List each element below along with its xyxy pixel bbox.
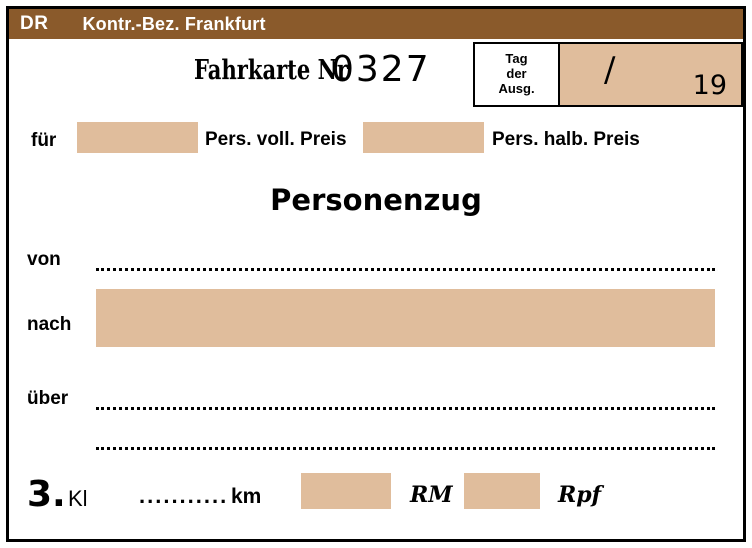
to-field[interactable] <box>96 289 715 347</box>
railway-code: DR <box>20 13 49 34</box>
half-fare-label: Pers. halb. Preis <box>492 129 640 150</box>
issue-date-label: Tag der Ausg. <box>475 44 560 105</box>
ticket-title-row: Fahrkarte Nr 0327 Tag der Ausg. / 19 <box>9 39 743 107</box>
issue-date-label-line2: der <box>506 66 527 82</box>
class-number: 3. <box>27 474 66 515</box>
from-dotted-line[interactable] <box>96 268 715 271</box>
via-label: über <box>27 388 69 409</box>
date-separator-slash: / <box>604 50 616 90</box>
price-mark-field[interactable] <box>301 473 391 509</box>
year-prefix: 19 <box>692 70 727 101</box>
currency-reichspfennig-label: Rpf <box>558 482 602 508</box>
ticket-header-bar: DR Kontr.-Bez. Frankfurt <box>9 9 743 39</box>
train-ticket: DR Kontr.-Bez. Frankfurt Fahrkarte Nr 03… <box>0 0 752 548</box>
km-label: km <box>231 485 262 508</box>
fuer-label: für <box>31 130 57 151</box>
currency-reichsmark-label: RM <box>410 482 453 508</box>
ticket-title-label: Fahrkarte Nr <box>194 55 349 86</box>
passenger-count-row: für Pers. voll. Preis Pers. halb. Preis <box>9 122 743 158</box>
train-type-label: Personenzug <box>270 183 482 217</box>
issue-date-field[interactable]: / 19 <box>560 44 741 105</box>
price-pfennig-field[interactable] <box>464 473 540 509</box>
issue-date-label-line1: Tag <box>505 51 528 67</box>
class-label: Kl <box>68 486 88 511</box>
full-fare-count-field[interactable] <box>77 122 198 153</box>
via-dotted-line[interactable] <box>96 407 715 410</box>
issue-date-label-line3: Ausg. <box>498 80 535 96</box>
half-fare-count-field[interactable] <box>363 122 484 153</box>
control-district: Kontr.-Bez. Frankfurt <box>82 13 266 34</box>
full-fare-label: Pers. voll. Preis <box>205 129 347 150</box>
km-dots[interactable]: ........... <box>139 483 228 509</box>
extra-dotted-line[interactable] <box>96 447 715 450</box>
ticket-number: 0327 <box>331 49 431 90</box>
from-label: von <box>27 249 61 270</box>
issue-date-box: Tag der Ausg. / 19 <box>473 42 743 107</box>
to-label: nach <box>27 314 72 335</box>
